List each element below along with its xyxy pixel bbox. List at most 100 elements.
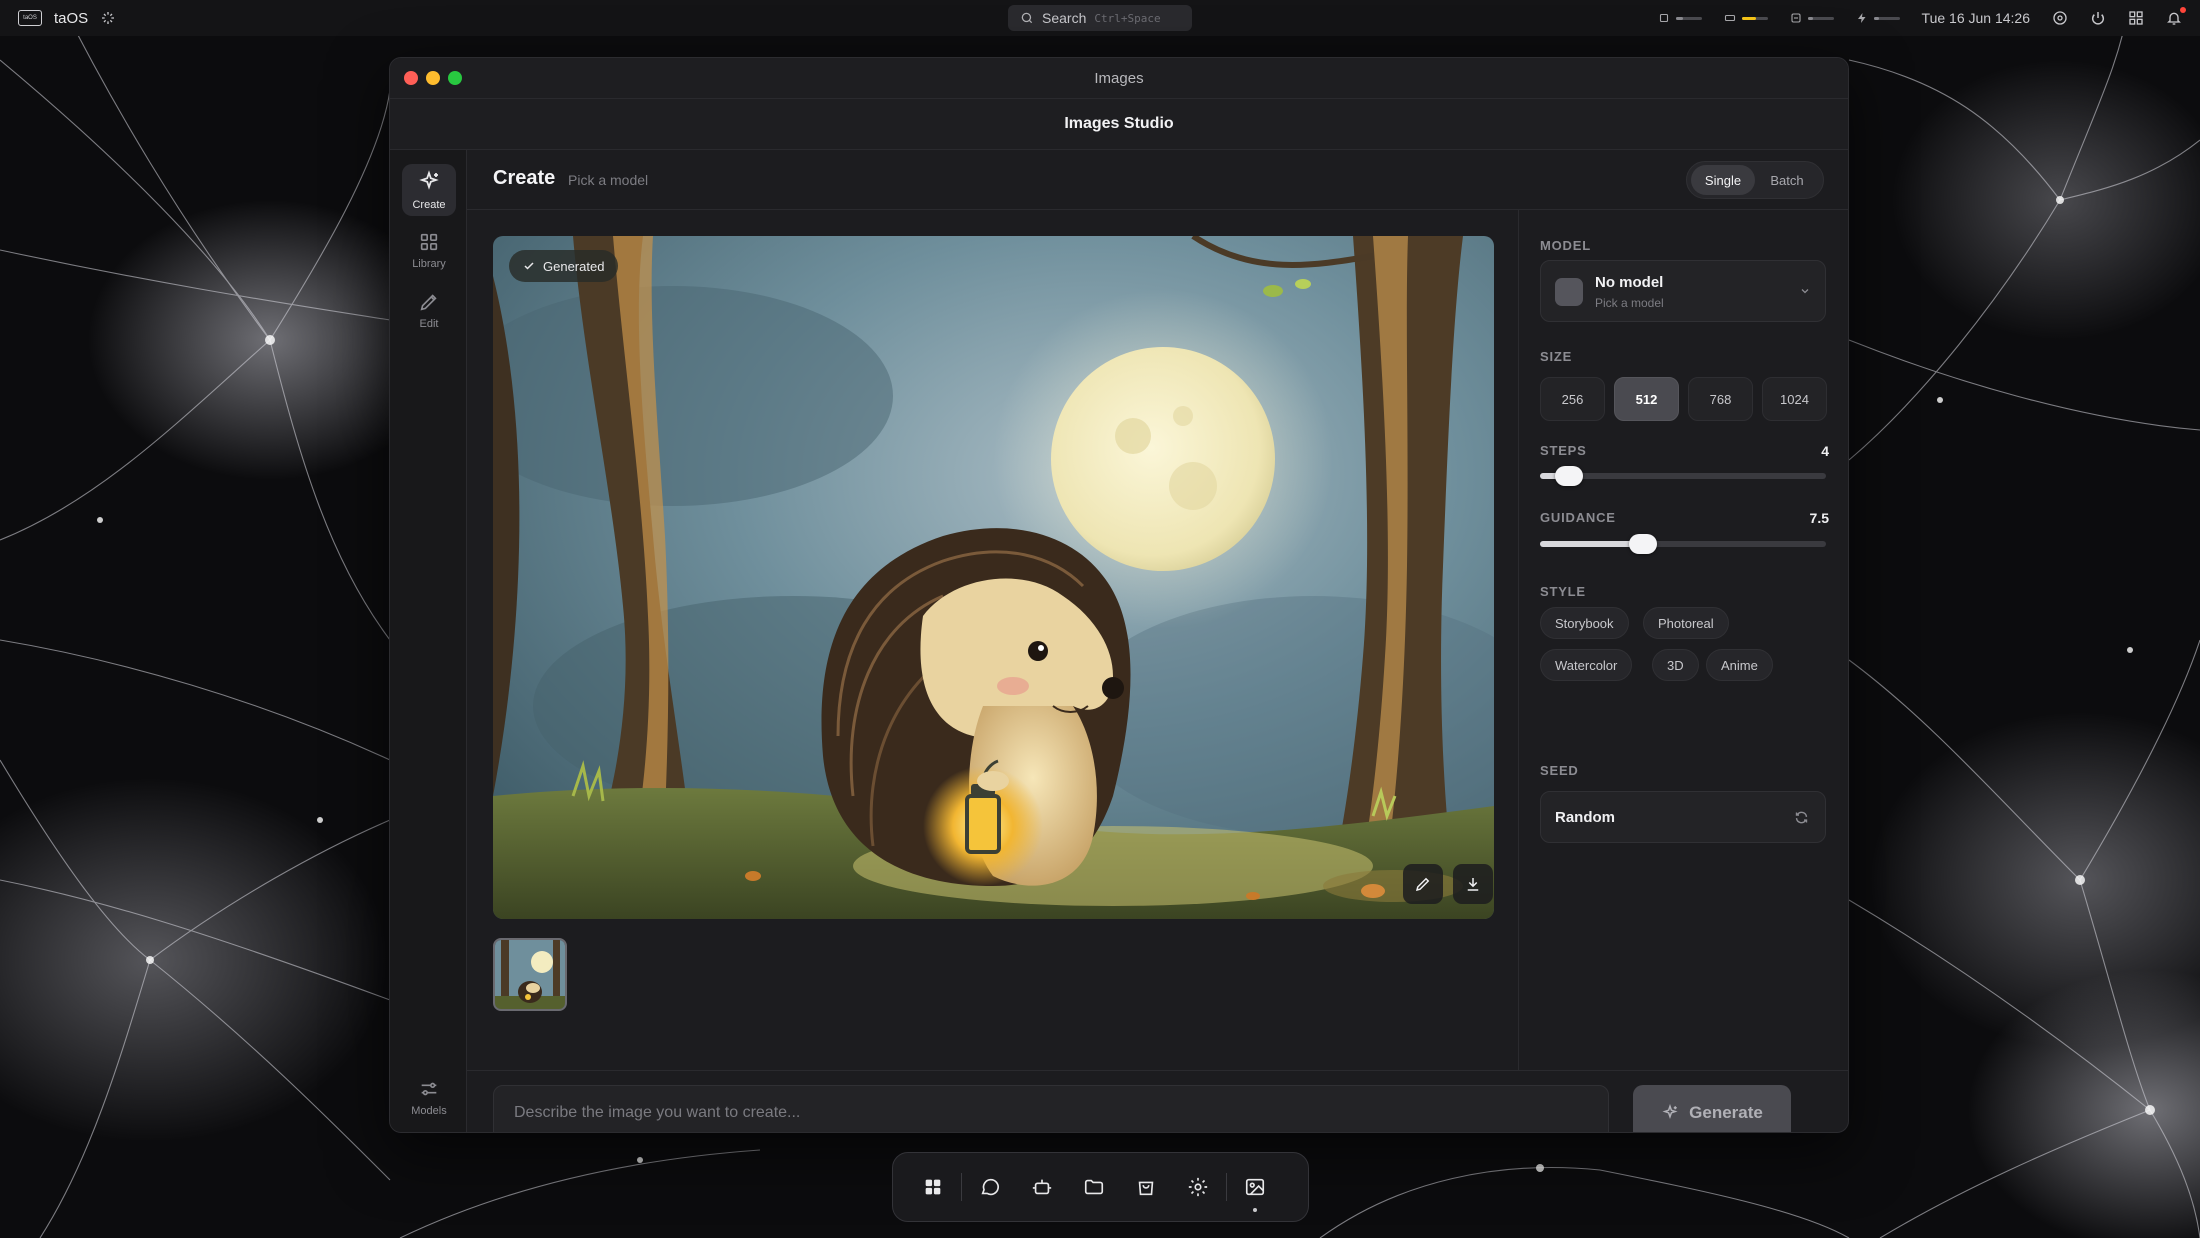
power-meter[interactable] xyxy=(1856,12,1900,24)
rail-label-library: Library xyxy=(412,257,446,270)
close-window-button[interactable] xyxy=(404,71,418,85)
edit-image-button[interactable] xyxy=(1403,864,1443,904)
style-chip-photoreal[interactable]: Photoreal xyxy=(1643,607,1729,639)
rail-item-models[interactable]: Models xyxy=(402,1070,456,1124)
model-picker[interactable]: No model Pick a model xyxy=(1540,260,1826,322)
settings-gear-icon xyxy=(1188,1177,1208,1197)
dock-settings[interactable] xyxy=(1172,1161,1224,1213)
dock-apps[interactable] xyxy=(907,1161,959,1213)
generated-image[interactable]: Generated xyxy=(493,236,1494,919)
image-thumbnail[interactable] xyxy=(493,938,567,1011)
mode-toggle: Single Batch xyxy=(1686,161,1824,199)
style-chip-storybook[interactable]: Storybook xyxy=(1540,607,1629,639)
window-titlebar[interactable]: Images xyxy=(390,58,1848,98)
memory-meter[interactable] xyxy=(1724,12,1768,24)
steps-slider-knob[interactable] xyxy=(1554,466,1583,486)
chat-icon xyxy=(981,1178,1000,1196)
robot-icon xyxy=(1032,1179,1052,1195)
seed-field[interactable]: Random xyxy=(1540,791,1826,843)
refresh-icon[interactable] xyxy=(1794,810,1809,825)
size-256-button[interactable]: 256 xyxy=(1540,377,1605,421)
cpu-meter-fill xyxy=(1675,16,1684,20)
search-shortcut: Ctrl+Space xyxy=(1094,11,1161,25)
download-icon xyxy=(1467,878,1479,891)
style-label: STYLE xyxy=(1540,584,1586,599)
size-512-button[interactable]: 512 xyxy=(1614,377,1679,421)
os-logo-text: taOS xyxy=(23,15,37,21)
prompt-input[interactable] xyxy=(493,1085,1609,1132)
dock-separator xyxy=(1226,1173,1227,1201)
grid-icon xyxy=(420,233,438,250)
chevron-down-icon xyxy=(1801,289,1809,294)
style-chip-anime[interactable]: Anime xyxy=(1706,649,1773,681)
model-name: No model xyxy=(1595,274,1664,291)
search-label: Search xyxy=(1042,10,1087,26)
size-768-button[interactable]: 768 xyxy=(1688,377,1753,421)
sliders-icon xyxy=(421,1082,437,1095)
steps-slider[interactable] xyxy=(1540,466,1826,486)
dock-separator xyxy=(961,1173,962,1201)
guidance-slider[interactable] xyxy=(1540,534,1826,554)
create-header: Create Pick a model Single Batch xyxy=(467,150,1848,210)
power-button-icon[interactable] xyxy=(2090,10,2106,26)
rail-item-create[interactable]: Create xyxy=(402,164,456,216)
os-name[interactable]: taOS xyxy=(54,10,88,27)
guidance-slider-fill xyxy=(1540,541,1643,547)
generate-label: Generate xyxy=(1689,1103,1763,1122)
cpu-icon xyxy=(1659,13,1668,23)
generated-badge: Generated xyxy=(509,250,619,282)
dock-files[interactable] xyxy=(1068,1161,1120,1213)
disk-meter[interactable] xyxy=(1790,12,1834,24)
dock-agents[interactable] xyxy=(1016,1161,1068,1213)
minimize-window-button[interactable] xyxy=(426,71,440,85)
mode-batch-button[interactable]: Batch xyxy=(1755,165,1819,195)
images-window: Images Images Studio Create Library Edit… xyxy=(389,57,1849,1133)
studio-title: Images Studio xyxy=(1064,115,1174,132)
power-meter-fill xyxy=(1873,16,1879,20)
system-menubar: taOS taOS Search Ctrl+Space Tue 16 Jun 1… xyxy=(0,0,2200,36)
model-hint: Pick a model xyxy=(1595,296,1664,310)
model-swatch xyxy=(1555,278,1583,306)
rail-item-library[interactable]: Library xyxy=(402,224,456,276)
generate-button[interactable]: Generate xyxy=(1633,1085,1791,1132)
seed-label: SEED xyxy=(1540,763,1579,778)
disk-icon xyxy=(1790,13,1801,23)
studio-header: Images Studio xyxy=(390,98,1848,150)
sparkle-menu-icon[interactable] xyxy=(100,10,116,26)
dock-images[interactable] xyxy=(1229,1161,1281,1213)
dock-chat[interactable] xyxy=(964,1161,1016,1213)
side-rail: Create Library Edit Models xyxy=(390,150,467,1132)
sparkle-icon xyxy=(1662,1104,1678,1120)
apps-grid-icon xyxy=(925,1179,941,1195)
sparkle-icon xyxy=(419,169,439,190)
check-icon xyxy=(524,262,534,270)
size-label: SIZE xyxy=(1540,349,1573,364)
memory-meter-fill xyxy=(1741,16,1756,20)
clock[interactable]: Tue 16 Jun 14:26 xyxy=(1922,10,2030,26)
dock-store[interactable] xyxy=(1120,1161,1172,1213)
focus-icon[interactable] xyxy=(2052,10,2068,26)
global-search[interactable]: Search Ctrl+Space xyxy=(1008,5,1192,31)
search-icon xyxy=(1021,12,1033,24)
model-label: MODEL xyxy=(1540,238,1591,253)
style-chip-watercolor[interactable]: Watercolor xyxy=(1540,649,1633,681)
window-title: Images xyxy=(1094,69,1144,87)
zoom-window-button[interactable] xyxy=(448,71,462,85)
steps-label: STEPS xyxy=(1540,443,1587,458)
page-title: Create xyxy=(493,167,556,189)
mode-single-button[interactable]: Single xyxy=(1691,165,1755,195)
cpu-meter[interactable] xyxy=(1658,12,1702,24)
store-bag-icon xyxy=(1138,1181,1154,1196)
download-image-button[interactable] xyxy=(1453,864,1493,904)
page-subtitle: Pick a model xyxy=(568,172,649,188)
control-center-icon[interactable] xyxy=(2128,10,2144,26)
os-logo-icon[interactable]: taOS xyxy=(18,10,42,26)
pencil-icon xyxy=(1415,877,1430,892)
size-1024-button[interactable]: 1024 xyxy=(1762,377,1827,421)
steps-value: 4 xyxy=(1821,443,1829,459)
generated-badge-label: Generated xyxy=(543,258,605,274)
rail-item-edit[interactable]: Edit xyxy=(402,284,456,336)
notifications-button[interactable] xyxy=(2166,7,2186,26)
style-chip-3d[interactable]: 3D xyxy=(1652,649,1699,681)
guidance-slider-knob[interactable] xyxy=(1628,534,1657,554)
